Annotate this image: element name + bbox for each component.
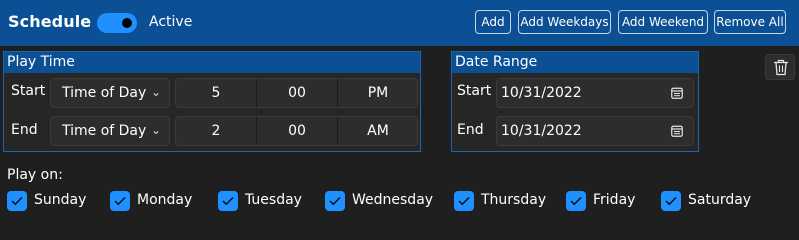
end-hour[interactable]: 2 — [176, 117, 256, 145]
checkmark-icon — [222, 197, 234, 206]
end-mode-value: Time of Day — [62, 123, 147, 139]
start-time-picker[interactable]: 5 00 PM — [175, 78, 418, 108]
remove-all-button[interactable]: Remove All — [714, 10, 786, 34]
trash-icon — [774, 59, 788, 76]
start-minute[interactable]: 00 — [257, 79, 337, 107]
checkbox[interactable] — [325, 191, 345, 211]
end-mode-dropdown[interactable]: Time of Day ⌄ — [50, 116, 170, 146]
end-date-value: 10/31/2022 — [501, 123, 582, 139]
start-mode-dropdown[interactable]: Time of Day ⌄ — [50, 78, 170, 108]
checkbox[interactable] — [661, 191, 681, 211]
day-label: Thursday — [481, 192, 547, 208]
schedule-header: Schedule Active Add Add Weekdays Add Wee… — [0, 0, 799, 46]
end-period[interactable]: AM — [338, 117, 417, 145]
play-on-label: Play on: — [7, 167, 63, 183]
checkbox[interactable] — [7, 191, 27, 211]
active-toggle-label: Active — [149, 14, 193, 30]
play-time-title: Play Time — [4, 52, 420, 73]
schedule-title: Schedule — [8, 12, 92, 31]
add-weekend-button[interactable]: Add Weekend — [618, 10, 708, 34]
toggle-switch-icon — [122, 18, 132, 28]
day-label: Tuesday — [245, 192, 302, 208]
start-date-value: 10/31/2022 — [501, 85, 582, 101]
end-date-picker[interactable]: 10/31/2022 — [496, 116, 694, 146]
add-button[interactable]: Add — [475, 10, 511, 34]
date-range-start-label: Start — [457, 83, 492, 99]
date-range-end-label: End — [457, 122, 484, 138]
calendar-icon[interactable] — [671, 125, 683, 137]
delete-schedule-button[interactable] — [765, 54, 795, 80]
checkmark-icon — [458, 197, 470, 206]
day-label: Wednesday — [352, 192, 434, 208]
day-label: Monday — [137, 192, 193, 208]
play-time-end-label: End — [11, 122, 38, 138]
start-date-picker[interactable]: 10/31/2022 — [496, 78, 694, 108]
checkbox[interactable] — [110, 191, 130, 211]
checkmark-icon — [665, 197, 677, 206]
chevron-down-icon: ⌄ — [150, 85, 161, 99]
checkbox[interactable] — [218, 191, 238, 211]
checkmark-icon — [329, 197, 341, 206]
start-period[interactable]: PM — [338, 79, 417, 107]
checkmark-icon — [570, 197, 582, 206]
start-hour[interactable]: 5 — [176, 79, 256, 107]
end-time-picker[interactable]: 2 00 AM — [175, 116, 418, 146]
day-label: Saturday — [688, 192, 752, 208]
checkmark-icon — [11, 197, 23, 206]
day-label: Sunday — [34, 192, 87, 208]
checkbox[interactable] — [454, 191, 474, 211]
calendar-icon[interactable] — [671, 87, 683, 99]
add-weekdays-button[interactable]: Add Weekdays — [518, 10, 611, 34]
start-mode-value: Time of Day — [62, 85, 147, 101]
active-toggle[interactable] — [97, 13, 137, 33]
play-time-panel: Play Time Start Time of Day ⌄ 5 00 PM En… — [3, 51, 421, 152]
checkmark-icon — [114, 197, 126, 206]
chevron-down-icon: ⌄ — [150, 123, 161, 137]
date-range-panel: Date Range Start 10/31/2022 End 10/31/20… — [451, 51, 699, 152]
end-minute[interactable]: 00 — [257, 117, 337, 145]
checkbox[interactable] — [566, 191, 586, 211]
play-time-start-label: Start — [11, 83, 46, 99]
day-label: Friday — [593, 192, 636, 208]
date-range-title: Date Range — [452, 52, 698, 73]
